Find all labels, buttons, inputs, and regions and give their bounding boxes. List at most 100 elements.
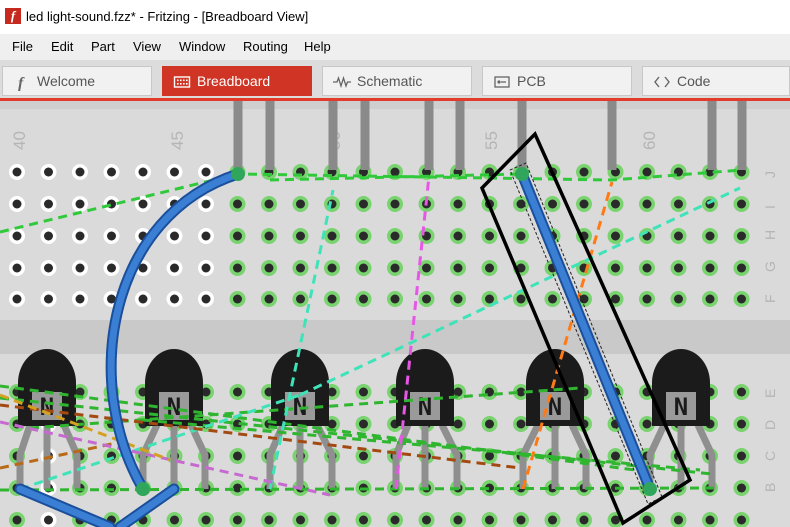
breadboard-hole-center: [737, 419, 746, 429]
menu-view[interactable]: View: [133, 39, 161, 54]
breadboard-hole-center: [327, 294, 337, 304]
breadboard-hole-center: [705, 515, 715, 525]
transistor-3[interactable]: N: [271, 349, 329, 426]
breadboard-hole-center: [75, 263, 85, 273]
breadboard-hole-center: [453, 263, 463, 273]
wire-endpoint[interactable]: [136, 482, 150, 496]
breadboard-hole-center: [359, 231, 368, 241]
menu-edit[interactable]: Edit: [51, 39, 73, 54]
breadboard-hole-center: [12, 515, 22, 525]
breadboard-hole-center: [12, 263, 22, 273]
row-letter-b: B: [762, 483, 778, 492]
breadboard-hole-center: [138, 294, 148, 304]
row-letter-f: F: [762, 294, 778, 303]
breadboard-hole-center: [453, 294, 463, 304]
wire-endpoint[interactable]: [515, 167, 529, 181]
breadboard-hole-center: [359, 263, 368, 273]
breadboard-hole-center: [453, 387, 463, 397]
breadboard-hole-center: [642, 419, 652, 429]
wire-endpoint[interactable]: [643, 482, 657, 496]
row-letter-c: C: [762, 451, 778, 461]
breadboard-hole-center: [201, 167, 211, 177]
breadboard-hole-center: [264, 263, 274, 273]
breadboard-hole-center: [107, 231, 116, 241]
menu-help[interactable]: Help: [304, 39, 331, 54]
breadboard-hole-center: [44, 231, 53, 241]
breadboard-hole-center: [611, 231, 620, 241]
transistor-label: N: [40, 393, 54, 421]
breadboard-hole-center: [705, 231, 715, 241]
breadboard-hole-center: [674, 231, 683, 241]
column-number-55: 55: [482, 131, 501, 150]
breadboard-hole-center: [264, 199, 274, 209]
breadboard-hole-center: [579, 167, 589, 177]
breadboard-hole-center: [138, 167, 148, 177]
title-bar: f led light-sound.fzz* - Fritzing - [Bre…: [0, 0, 790, 34]
breadboard-hole-center: [264, 515, 274, 525]
breadboard-hole-center: [359, 451, 368, 461]
tab-breadboard[interactable]: Breadboard: [162, 66, 312, 96]
breadboard-hole-center: [579, 515, 589, 525]
breadboard-hole-center: [579, 199, 589, 209]
breadboard-hole-center: [516, 515, 526, 525]
tab-schematic-label: Schematic: [357, 73, 423, 89]
menu-file[interactable]: File: [12, 39, 33, 54]
breadboard-hole-center: [75, 294, 85, 304]
breadboard-hole-center: [327, 263, 337, 273]
breadboard-hole-center: [359, 515, 368, 525]
transistor-label: N: [674, 393, 688, 421]
breadboard-hole-center: [44, 294, 53, 304]
breadboard-hole-center: [548, 294, 557, 304]
breadboard-hole-center: [485, 294, 494, 304]
menu-bar: File Edit Part View Window Routing Help: [0, 34, 790, 60]
pcb-icon: [494, 76, 510, 88]
breadboard-hole-center: [737, 231, 746, 241]
breadboard-hole-center: [737, 451, 746, 461]
menu-window[interactable]: Window: [179, 39, 225, 54]
breadboard-hole-center: [170, 231, 179, 241]
breadboard-hole-center: [485, 231, 494, 241]
tab-code-label: Code: [677, 73, 711, 89]
menu-routing[interactable]: Routing: [243, 39, 288, 54]
fritzing-logo-icon: f: [5, 8, 21, 24]
breadboard-hole-center: [737, 387, 746, 397]
breadboard-hole-center: [44, 263, 53, 273]
breadboard-hole-center: [75, 167, 85, 177]
breadboard-hole-center: [705, 294, 715, 304]
breadboard-hole-center: [12, 167, 22, 177]
schematic-icon: [333, 75, 351, 89]
tab-code[interactable]: Code: [642, 66, 790, 96]
breadboard-hole-center: [422, 294, 431, 304]
breadboard-hole-center: [579, 294, 589, 304]
breadboard-canvas[interactable]: 40 45 50 55 60 J I H G F E D C B: [0, 101, 790, 527]
breadboard-hole-center: [390, 294, 400, 304]
breadboard-hole-center: [12, 231, 22, 241]
tab-welcome-label: Welcome: [37, 73, 96, 89]
breadboard-hole-center: [12, 294, 22, 304]
breadboard-hole-center: [611, 294, 620, 304]
breadboard-hole-center: [453, 231, 463, 241]
breadboard-hole-center: [170, 263, 179, 273]
breadboard-hole-center: [44, 199, 53, 209]
breadboard-hole-center: [642, 263, 652, 273]
breadboard-hole-center: [485, 263, 494, 273]
wire-endpoint[interactable]: [231, 167, 245, 181]
menu-part[interactable]: Part: [91, 39, 115, 54]
row-letter-g: G: [762, 261, 778, 272]
breadboard-hole-center: [75, 231, 85, 241]
breadboard-hole-center: [44, 167, 53, 177]
breadboard-hole-center: [233, 387, 242, 397]
breadboard-hole-center: [327, 231, 337, 241]
window-title: led light-sound.fzz* - Fritzing - [Bread…: [26, 9, 309, 24]
view-tab-bar: f Welcome Breadboard Schematic PCB Code: [0, 60, 790, 98]
breadboard-hole-center: [107, 199, 116, 209]
breadboard-hole-center: [359, 294, 368, 304]
row-letter-d: D: [762, 420, 778, 430]
breadboard-hole-center: [611, 199, 620, 209]
breadboard-hole-center: [75, 199, 85, 209]
breadboard-hole-center: [138, 199, 148, 209]
breadboard-hole-center: [296, 199, 305, 209]
tab-welcome[interactable]: f Welcome: [2, 66, 152, 96]
tab-pcb[interactable]: PCB: [482, 66, 632, 96]
tab-schematic[interactable]: Schematic: [322, 66, 472, 96]
